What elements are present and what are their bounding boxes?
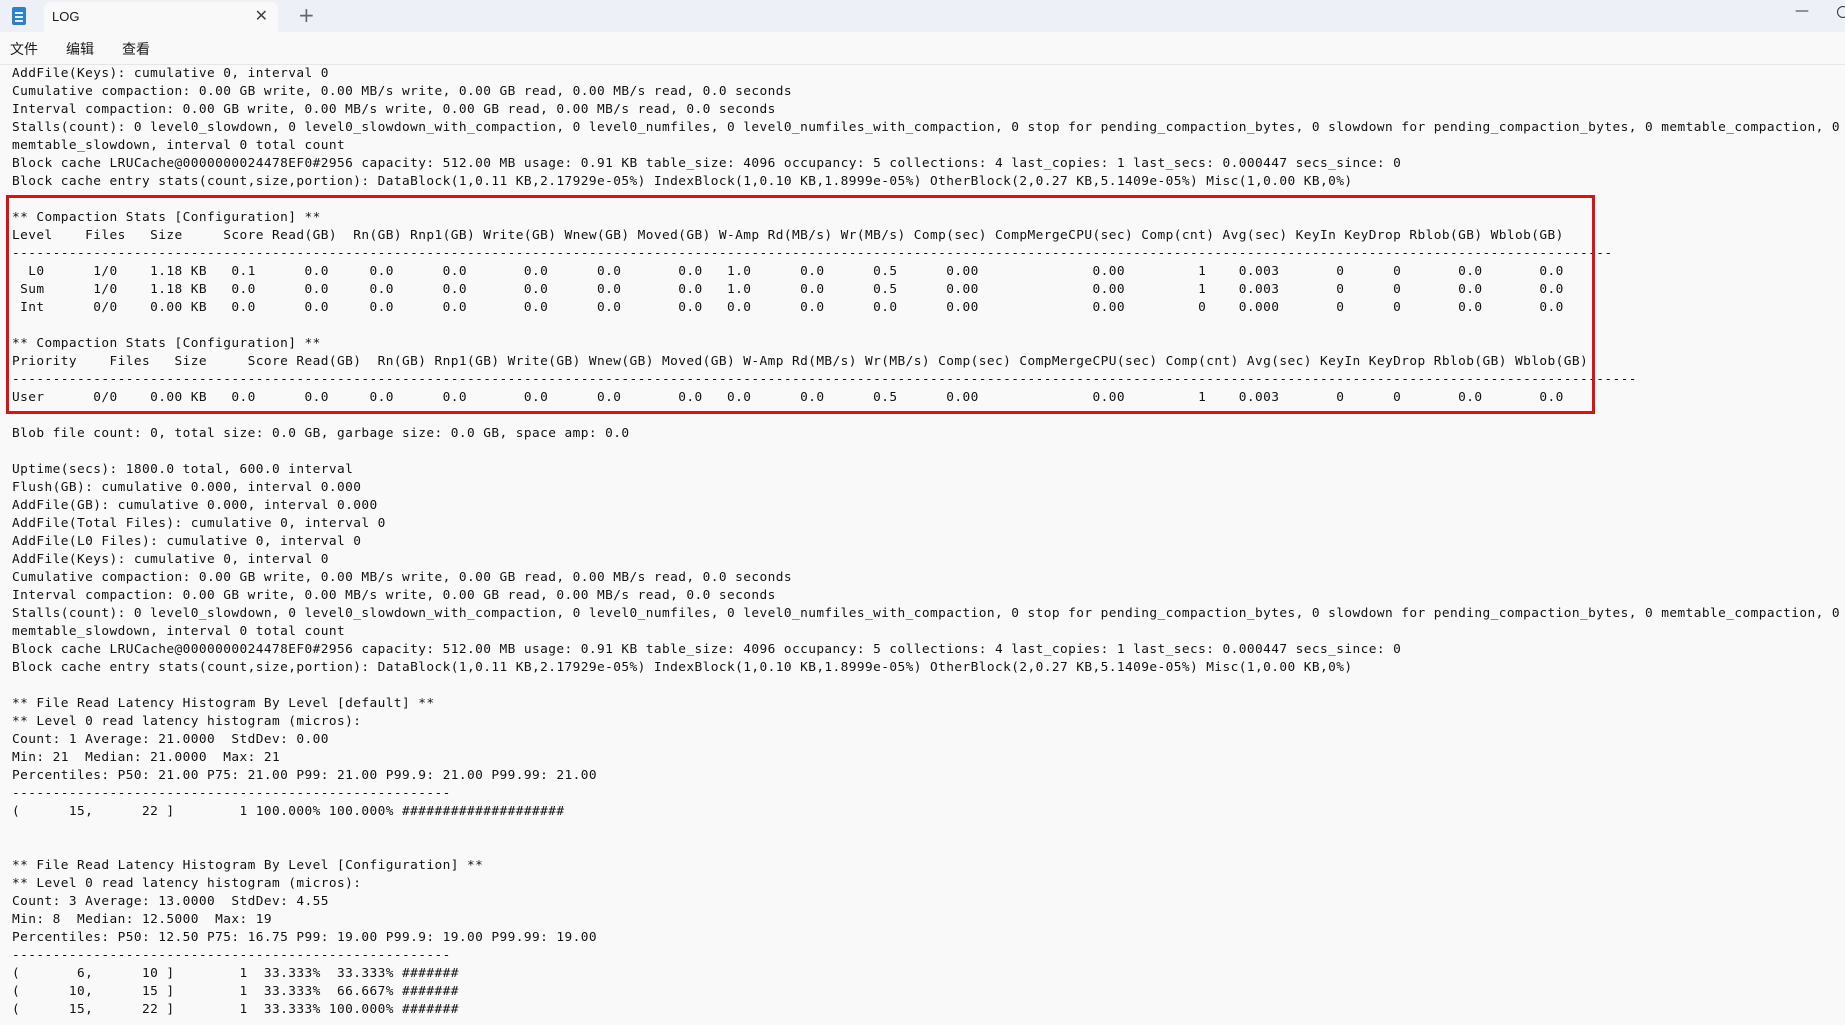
log-line: User 0/0 0.00 KB 0.0 0.0 0.0 0.0 0.0 0.0… [12, 390, 1564, 405]
log-line: Percentiles: P50: 21.00 P75: 21.00 P99: … [12, 768, 597, 783]
log-line: ** File Read Latency Histogram By Level … [12, 858, 484, 873]
log-line: Block cache entry stats(count,size,porti… [12, 174, 1353, 189]
log-line: AddFile(Total Files): cumulative 0, inte… [12, 516, 386, 531]
log-line: Cumulative compaction: 0.00 GB write, 0.… [12, 84, 792, 99]
minimize-button[interactable]: — [1795, 3, 1809, 19]
log-line: ----------------------------------------… [12, 372, 1637, 387]
title-bar: LOG ✕ + — [0, 0, 1845, 32]
log-line: Flush(GB): cumulative 0.000, interval 0.… [12, 480, 362, 495]
text-editor[interactable]: AddFile(Keys): cumulative 0, interval 0 C… [0, 65, 1845, 1025]
log-line: Count: 1 Average: 21.0000 StdDev: 0.00 [12, 732, 329, 747]
log-line: Blob file count: 0, total size: 0.0 GB, … [12, 426, 630, 441]
menu-bar: 文件 编辑 查看 [0, 32, 1845, 65]
log-line: ** Compaction Stats [Configuration] ** [12, 210, 321, 225]
menu-file[interactable]: 文件 [10, 39, 38, 59]
log-line: Cumulative compaction: 0.00 GB write, 0.… [12, 570, 792, 585]
tab-log[interactable]: LOG ✕ [44, 2, 278, 32]
log-line: Priority Files Size Score Read(GB) Rn(GB… [12, 354, 1589, 369]
log-line: AddFile(L0 Files): cumulative 0, interva… [12, 534, 362, 549]
log-line: AddFile(GB): cumulative 0.000, interval … [12, 498, 378, 513]
log-line: Interval compaction: 0.00 GB write, 0.00… [12, 102, 776, 117]
tab-title: LOG [52, 9, 80, 24]
log-line: Percentiles: P50: 12.50 P75: 16.75 P99: … [12, 930, 597, 945]
log-line: ( 15, 22 ] 1 33.333% 100.000% ####### [12, 1002, 459, 1017]
log-line: ----------------------------------------… [12, 948, 451, 963]
log-line: Count: 3 Average: 13.0000 StdDev: 4.55 [12, 894, 329, 909]
log-line: ----------------------------------------… [12, 246, 1613, 261]
log-line: ( 10, 15 ] 1 33.333% 66.667% ####### [12, 984, 459, 999]
log-line: ( 6, 10 ] 1 33.333% 33.333% ####### [12, 966, 459, 981]
log-line: memtable_slowdown, interval 0 total coun… [12, 138, 346, 153]
log-text: AddFile(Keys): cumulative 0, interval 0 C… [12, 65, 1840, 1019]
log-line: Stalls(count): 0 level0_slowdown, 0 leve… [12, 120, 1840, 135]
close-icon[interactable]: ✕ [255, 6, 268, 25]
log-line: Uptime(secs): 1800.0 total, 600.0 interv… [12, 462, 354, 477]
log-line: ** Compaction Stats [Configuration] ** [12, 336, 321, 351]
log-line: Sum 1/0 1.18 KB 0.0 0.0 0.0 0.0 0.0 0.0 … [12, 282, 1564, 297]
log-line: ** Level 0 read latency histogram (micro… [12, 714, 362, 729]
log-line: Level Files Size Score Read(GB) Rn(GB) R… [12, 228, 1564, 243]
notepad-icon [12, 7, 26, 25]
log-line: Block cache LRUCache@0000000024478EF0#29… [12, 642, 1402, 657]
log-line: Min: 8 Median: 12.5000 Max: 19 [12, 912, 272, 927]
log-line: Block cache LRUCache@0000000024478EF0#29… [12, 156, 1402, 171]
log-line: AddFile(Keys): cumulative 0, interval 0 [12, 66, 329, 81]
log-line: Interval compaction: 0.00 GB write, 0.00… [12, 588, 776, 603]
log-line: L0 1/0 1.18 KB 0.1 0.0 0.0 0.0 0.0 0.0 0… [12, 264, 1564, 279]
log-line: Block cache entry stats(count,size,porti… [12, 660, 1353, 675]
log-line: Min: 21 Median: 21.0000 Max: 21 [12, 750, 281, 765]
log-line: ----------------------------------------… [12, 786, 451, 801]
new-tab-button[interactable]: + [298, 3, 315, 27]
log-line: Stalls(count): 0 level0_slowdown, 0 leve… [12, 606, 1840, 621]
log-line: ** File Read Latency Histogram By Level … [12, 696, 435, 711]
log-line: memtable_slowdown, interval 0 total coun… [12, 624, 346, 639]
menu-view[interactable]: 查看 [122, 39, 150, 59]
log-line: Int 0/0 0.00 KB 0.0 0.0 0.0 0.0 0.0 0.0 … [12, 300, 1564, 315]
menu-edit[interactable]: 编辑 [66, 39, 94, 59]
log-line: AddFile(Keys): cumulative 0, interval 0 [12, 552, 329, 567]
log-line: ( 15, 22 ] 1 100.000% 100.000% #########… [12, 804, 565, 819]
log-line: ** Level 0 read latency histogram (micro… [12, 876, 362, 891]
window-control-icon[interactable] [1837, 6, 1845, 18]
